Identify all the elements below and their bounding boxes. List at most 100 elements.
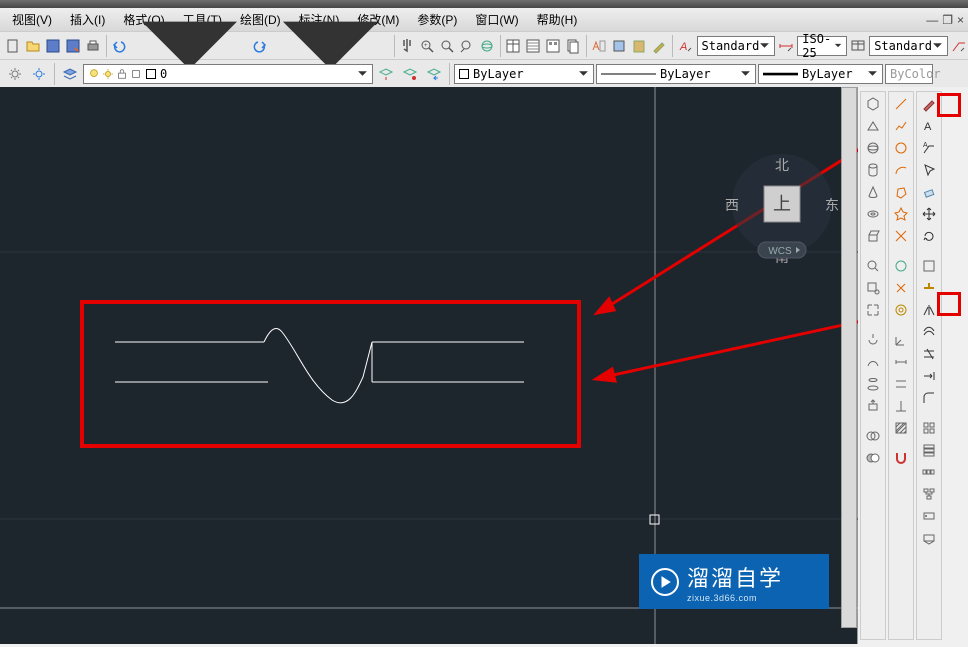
offset-icon[interactable]: [919, 322, 939, 342]
ucs-icon[interactable]: [891, 330, 911, 350]
menu-param[interactable]: 参数(P): [409, 9, 465, 30]
menu-insert[interactable]: 插入(I): [62, 9, 113, 30]
menu-help[interactable]: 帮助(H): [529, 9, 586, 30]
eraser-icon[interactable]: [919, 182, 939, 202]
dim3-icon[interactable]: [891, 352, 911, 372]
rotate-icon[interactable]: [919, 226, 939, 246]
offset3-icon[interactable]: [891, 300, 911, 320]
layeroff-icon[interactable]: [399, 63, 421, 85]
grid4-icon[interactable]: [919, 418, 939, 438]
save-icon[interactable]: [44, 35, 62, 57]
close-button[interactable]: ×: [957, 13, 964, 27]
zoomwin-icon[interactable]: [863, 278, 883, 298]
linetype-dropdown[interactable]: ByLayer: [596, 64, 756, 84]
redo-icon[interactable]: [251, 35, 269, 57]
sphere-icon[interactable]: [863, 138, 883, 158]
mleader-icon[interactable]: [950, 35, 968, 57]
layer-manager-icon[interactable]: [59, 63, 81, 85]
presspull-icon[interactable]: [863, 396, 883, 416]
link-icon[interactable]: [919, 506, 939, 526]
menu-view[interactable]: 视图(V): [4, 9, 60, 30]
tree-icon[interactable]: [919, 484, 939, 504]
pan-icon[interactable]: [398, 35, 416, 57]
line-icon[interactable]: [891, 94, 911, 114]
textstyle-icon[interactable]: A: [677, 35, 695, 57]
block-icon[interactable]: [610, 35, 628, 57]
print-icon[interactable]: [84, 35, 102, 57]
menu-window[interactable]: 窗口(W): [467, 9, 526, 30]
torus-icon[interactable]: [863, 204, 883, 224]
plotstyle-dropdown[interactable]: ByColor: [885, 64, 933, 84]
pline-icon[interactable]: [891, 116, 911, 136]
saveas-icon[interactable]: [64, 35, 82, 57]
restore-button[interactable]: ❐: [942, 13, 953, 27]
cylinder-icon[interactable]: [863, 160, 883, 180]
zoom2-icon[interactable]: [863, 256, 883, 276]
mirror-icon[interactable]: [919, 300, 939, 320]
sheetset-icon[interactable]: [564, 35, 582, 57]
markup-icon[interactable]: [590, 35, 608, 57]
cross-icon[interactable]: [891, 226, 911, 246]
extrude-icon[interactable]: [863, 226, 883, 246]
sweep-icon[interactable]: [863, 352, 883, 372]
cone-icon[interactable]: [863, 182, 883, 202]
vertical-scrollbar[interactable]: [841, 87, 857, 628]
new-icon[interactable]: [4, 35, 22, 57]
highlight1-box[interactable]: [919, 256, 939, 276]
table-style-dropdown[interactable]: Standard: [869, 36, 948, 56]
open-icon[interactable]: [24, 35, 42, 57]
zoom-window-icon[interactable]: [438, 35, 456, 57]
leader-icon[interactable]: A: [919, 138, 939, 158]
highlight2-box[interactable]: [919, 278, 939, 298]
match-icon[interactable]: [650, 35, 668, 57]
paste-icon[interactable]: [630, 35, 648, 57]
union-icon[interactable]: [863, 426, 883, 446]
brush-icon[interactable]: [919, 94, 939, 114]
trim-icon[interactable]: [919, 344, 939, 364]
orbit-icon[interactable]: [478, 35, 496, 57]
undo-icon[interactable]: [110, 35, 128, 57]
arc-icon[interactable]: [891, 160, 911, 180]
wedge-icon[interactable]: [863, 116, 883, 136]
subtract-icon[interactable]: [863, 448, 883, 468]
lineweight-dropdown[interactable]: ByLayer: [758, 64, 883, 84]
text-style-dropdown[interactable]: Standard: [697, 36, 776, 56]
box-icon[interactable]: [863, 94, 883, 114]
perp-icon[interactable]: [891, 396, 911, 416]
layer-dropdown[interactable]: 0: [83, 64, 373, 84]
circle-icon[interactable]: [891, 138, 911, 158]
zoom-prev-icon[interactable]: [458, 35, 476, 57]
fillet-icon[interactable]: [919, 388, 939, 408]
zoom-realtime-icon[interactable]: +: [418, 35, 436, 57]
text-icon[interactable]: A: [919, 116, 939, 136]
properties-icon[interactable]: [504, 35, 522, 57]
lock-icon[interactable]: [28, 63, 50, 85]
gear-icon[interactable]: [4, 63, 26, 85]
polygon-icon[interactable]: [891, 182, 911, 202]
tablestyle-icon[interactable]: [849, 35, 867, 57]
hatch-icon[interactable]: [891, 418, 911, 438]
paste2-icon[interactable]: [919, 528, 939, 548]
star-icon[interactable]: [891, 204, 911, 224]
pointer-icon[interactable]: [919, 160, 939, 180]
move-icon[interactable]: [919, 204, 939, 224]
zoomall-icon[interactable]: [863, 300, 883, 320]
rotate3-icon[interactable]: [891, 256, 911, 276]
dimstyle-icon[interactable]: [777, 35, 795, 57]
dim-style-dropdown[interactable]: ISO-25: [797, 36, 847, 56]
stack-icon[interactable]: [919, 440, 939, 460]
row-icon[interactable]: [919, 462, 939, 482]
designctr-icon[interactable]: [524, 35, 542, 57]
dbl-line-icon[interactable]: [891, 374, 911, 394]
layerprev-icon[interactable]: [423, 63, 445, 85]
revolve-icon[interactable]: [863, 330, 883, 350]
toolpalette-icon[interactable]: [544, 35, 562, 57]
extend-icon[interactable]: [919, 366, 939, 386]
loft-icon[interactable]: [863, 374, 883, 394]
drawing-canvas[interactable]: 上 北 南 东 西 WCS 溜溜自学 zixue.3d66.com: [0, 87, 858, 644]
magnet-icon[interactable]: [891, 448, 911, 468]
layeriso-icon[interactable]: [375, 63, 397, 85]
minimize-button[interactable]: —: [926, 13, 938, 27]
explode-icon[interactable]: [891, 278, 911, 298]
color-dropdown[interactable]: ByLayer: [454, 64, 594, 84]
